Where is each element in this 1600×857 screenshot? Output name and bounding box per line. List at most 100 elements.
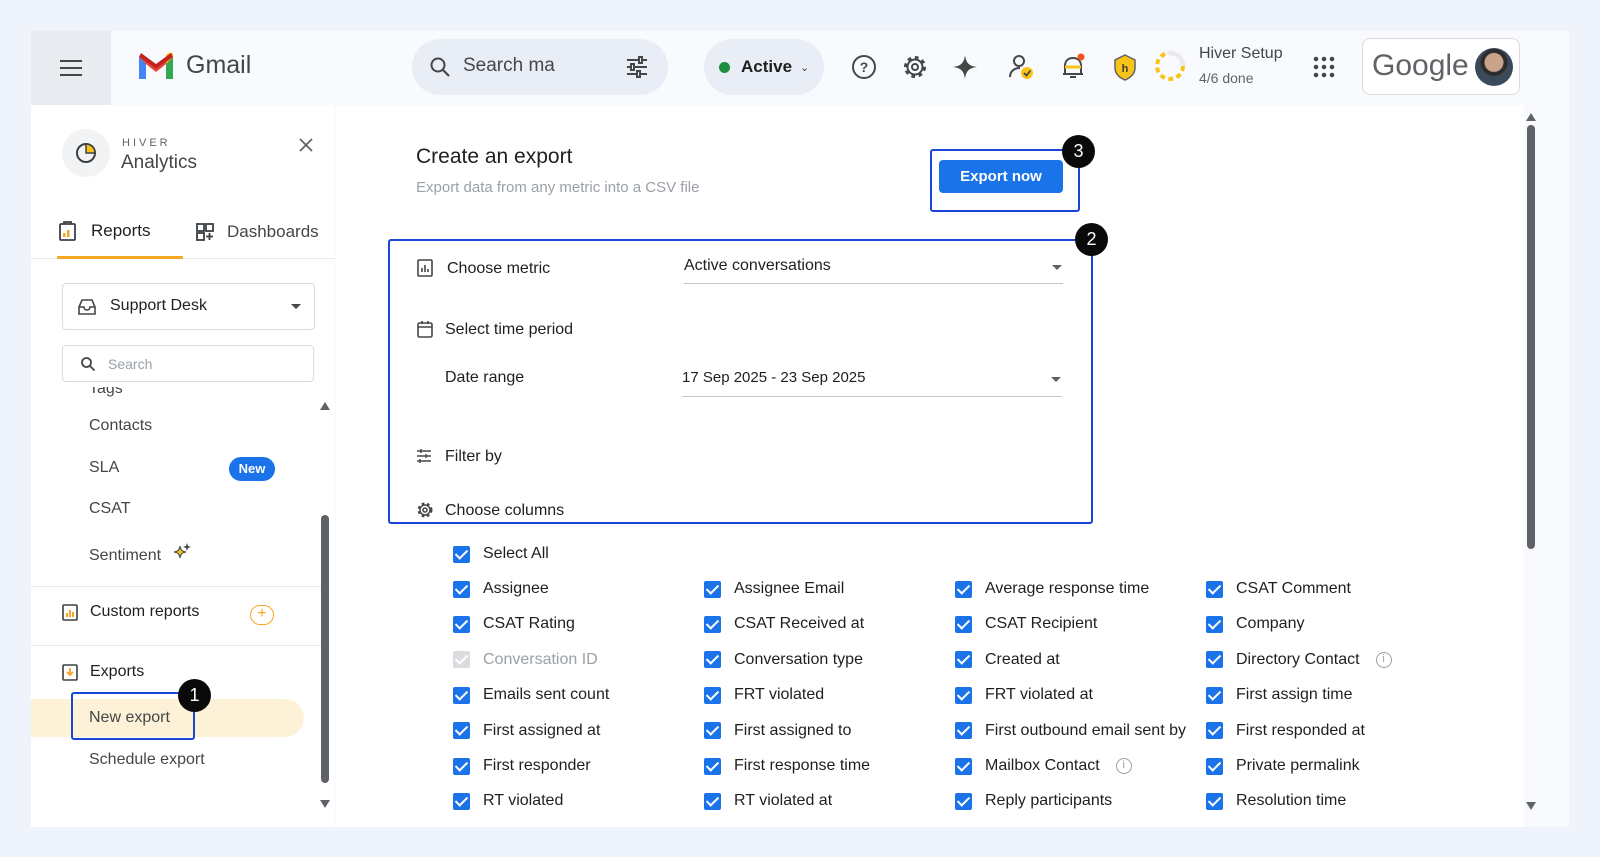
sidebar-item-tags[interactable]: Tags — [89, 387, 123, 398]
checkbox[interactable] — [704, 757, 721, 775]
checkbox[interactable] — [453, 615, 470, 633]
contact-check-icon[interactable] — [1008, 53, 1036, 81]
checkbox[interactable] — [704, 651, 721, 669]
column-checkbox[interactable]: FRT violated — [704, 686, 824, 704]
checkbox-label: FRT violated — [734, 686, 825, 704]
column-checkbox[interactable]: Company — [1206, 615, 1304, 633]
search-input[interactable]: Search ma — [463, 55, 555, 77]
column-checkbox[interactable]: Conversation type — [704, 651, 863, 669]
mail-search-box[interactable]: Search ma — [412, 39, 668, 95]
custom-reports-section[interactable]: Custom reports — [62, 603, 199, 621]
column-checkbox[interactable]: Mailbox Contact i — [955, 757, 1132, 775]
checkbox-label: Directory Contact — [1236, 650, 1360, 668]
column-checkbox[interactable]: First outbound email sent by — [955, 722, 1186, 740]
checkbox[interactable] — [704, 792, 721, 810]
info-icon[interactable]: i — [1115, 758, 1132, 774]
column-checkbox[interactable]: First responder — [453, 757, 591, 775]
tab-dashboards[interactable]: Dashboards — [195, 205, 319, 259]
checkbox[interactable] — [1206, 792, 1223, 810]
sidebar-search-input[interactable] — [108, 353, 298, 375]
add-custom-report-button[interactable]: + — [250, 605, 274, 625]
bell-icon[interactable] — [1059, 53, 1087, 81]
checkbox[interactable] — [453, 580, 470, 598]
column-checkbox[interactable]: First assigned to — [704, 722, 851, 740]
checkbox[interactable] — [955, 615, 972, 633]
gear-icon[interactable] — [901, 53, 929, 81]
close-icon[interactable] — [297, 136, 315, 154]
hiver-shield-icon[interactable]: h — [1111, 53, 1139, 81]
menu-button[interactable] — [31, 31, 111, 105]
checkbox[interactable] — [955, 722, 972, 740]
tune-icon[interactable] — [625, 55, 649, 79]
status-label: Active — [741, 57, 793, 76]
sidebar-item-contacts[interactable]: Contacts — [89, 417, 152, 435]
column-checkbox[interactable]: Reply participants — [955, 792, 1112, 810]
column-checkbox[interactable]: CSAT Comment — [1206, 580, 1351, 598]
checkbox[interactable] — [704, 615, 721, 633]
exports-section[interactable]: Exports — [62, 663, 144, 681]
checkbox[interactable] — [453, 722, 470, 740]
scroll-thumb[interactable] — [1527, 125, 1535, 549]
column-checkbox[interactable]: First assign time — [1206, 686, 1352, 704]
checkbox[interactable] — [453, 757, 470, 775]
google-account-button[interactable]: Google — [1362, 38, 1520, 95]
checkbox[interactable] — [955, 792, 972, 810]
column-checkbox[interactable]: Assignee — [453, 580, 549, 598]
column-checkbox[interactable]: Emails sent count — [453, 686, 609, 704]
checkbox[interactable] — [1206, 722, 1223, 740]
checkbox[interactable] — [1206, 757, 1223, 775]
checkbox[interactable] — [955, 580, 972, 598]
sidebar-item-csat[interactable]: CSAT — [89, 500, 130, 518]
column-checkbox[interactable]: First response time — [704, 757, 870, 775]
column-checkbox[interactable]: Assignee Email — [704, 580, 844, 598]
sidebar-item-sla[interactable]: SLA — [89, 459, 119, 477]
scroll-down-icon[interactable] — [1526, 802, 1536, 810]
column-checkbox[interactable]: First assigned at — [453, 722, 600, 740]
sidebar-scrollbar[interactable] — [319, 402, 331, 812]
column-checkbox[interactable]: RT violated at — [704, 792, 832, 810]
checkbox[interactable] — [453, 545, 470, 563]
menu-icon — [60, 60, 82, 76]
brand-label: HIVER — [122, 137, 171, 149]
column-checkbox[interactable]: Created at — [955, 651, 1060, 669]
apps-grid-icon[interactable] — [1312, 55, 1336, 79]
checkbox[interactable] — [704, 722, 721, 740]
scroll-up-icon[interactable] — [320, 402, 330, 410]
scroll-down-icon[interactable] — [320, 800, 330, 808]
sidebar-item-schedule-export[interactable]: Schedule export — [89, 751, 205, 769]
tab-reports[interactable]: Reports — [57, 205, 183, 259]
column-checkbox[interactable]: Average response time — [955, 580, 1149, 598]
sidebar-item-sentiment[interactable]: Sentiment — [89, 542, 192, 565]
help-icon[interactable]: ? — [850, 53, 878, 81]
column-checkbox[interactable]: First responded at — [1206, 722, 1365, 740]
checkbox[interactable] — [704, 686, 721, 704]
checkbox[interactable] — [955, 757, 972, 775]
column-checkbox[interactable]: CSAT Received at — [704, 615, 864, 633]
column-checkbox[interactable]: CSAT Rating — [453, 615, 575, 633]
scroll-thumb[interactable] — [321, 515, 329, 783]
column-checkbox[interactable]: Resolution time — [1206, 792, 1346, 810]
checkbox[interactable] — [453, 792, 470, 810]
select-all-checkbox[interactable]: Select All — [453, 545, 549, 563]
checkbox[interactable] — [453, 686, 470, 704]
checkbox[interactable] — [1206, 651, 1223, 669]
scroll-up-icon[interactable] — [1526, 113, 1536, 121]
column-checkbox[interactable]: RT violated — [453, 792, 563, 810]
checkbox[interactable] — [1206, 686, 1223, 704]
info-icon[interactable]: i — [1375, 651, 1392, 668]
checkbox[interactable] — [1206, 580, 1223, 598]
inbox-select[interactable]: Support Desk — [62, 283, 315, 330]
sidebar-search[interactable] — [62, 345, 314, 382]
main-scrollbar[interactable] — [1524, 105, 1538, 827]
column-checkbox[interactable]: Private permalink — [1206, 757, 1360, 775]
checkbox[interactable] — [1206, 615, 1223, 633]
checkbox[interactable] — [955, 651, 972, 669]
column-checkbox[interactable]: CSAT Recipient — [955, 615, 1097, 633]
column-checkbox[interactable]: FRT violated at — [955, 686, 1093, 704]
checkbox[interactable] — [955, 686, 972, 704]
column-checkbox[interactable]: Directory Contact i — [1206, 651, 1392, 669]
gemini-icon[interactable] — [951, 53, 979, 81]
status-toggle[interactable]: Active ⌄ — [704, 39, 824, 95]
checkbox-label: Created at — [985, 650, 1060, 668]
checkbox[interactable] — [704, 580, 721, 598]
